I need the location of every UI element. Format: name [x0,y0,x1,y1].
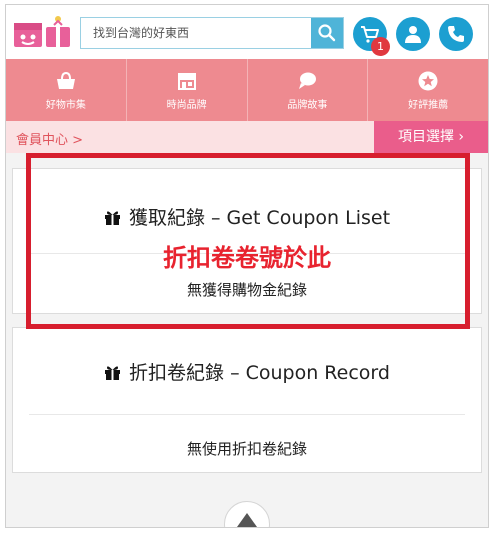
page-frame: 1 好物市集 [5,4,489,528]
nav-label: 好物市集 [45,99,86,111]
gift-box-logo[interactable] [10,13,74,53]
search-box [80,17,344,49]
scroll-to-top-button[interactable] [224,501,270,527]
card-title-text: 折扣卷紀錄 – Coupon Record [129,362,390,384]
item-select-button[interactable]: 項目選擇 › [374,121,488,153]
annotation-highlight-box [26,153,470,329]
member-button[interactable] [396,17,430,51]
nav-item-market[interactable]: 好物市集 [6,59,127,121]
triangle-up-icon [237,513,257,527]
breadcrumb[interactable]: 會員中心 > [16,129,83,148]
search-button[interactable] [311,18,343,48]
divider [29,414,465,415]
chat-bubble-icon [296,70,318,92]
user-icon [405,26,421,43]
cart-button[interactable]: 1 [353,17,390,56]
nav-item-story[interactable]: 品牌故事 [248,59,369,121]
card-title: 折扣卷紀錄 – Coupon Record [13,358,481,386]
nav-item-brands[interactable]: 時尚品牌 [127,59,248,121]
nav-label: 好評推薦 [408,99,449,111]
storefront-icon [176,70,198,92]
basket-icon [55,70,77,92]
phone-icon [448,26,464,42]
category-nav: 好物市集 時尚品牌 品牌故事 好評推薦 [6,59,488,121]
gift-icon [104,364,121,386]
star-badge-icon [417,70,439,92]
breadcrumb-bar: 會員中心 > 項目選擇 › [6,121,488,153]
nav-label: 品牌故事 [287,99,328,111]
header: 1 [6,5,488,59]
search-icon [318,24,336,42]
cart-count-badge: 1 [371,37,390,56]
nav-label: 時尚品牌 [166,99,207,111]
empty-message: 無使用折扣卷紀錄 [186,440,307,458]
phone-button[interactable] [439,17,473,51]
coupon-record-card: 折扣卷紀錄 – Coupon Record 無使用折扣卷紀錄 [12,327,482,473]
search-input[interactable] [81,18,311,48]
nav-item-reviews[interactable]: 好評推薦 [368,59,488,121]
